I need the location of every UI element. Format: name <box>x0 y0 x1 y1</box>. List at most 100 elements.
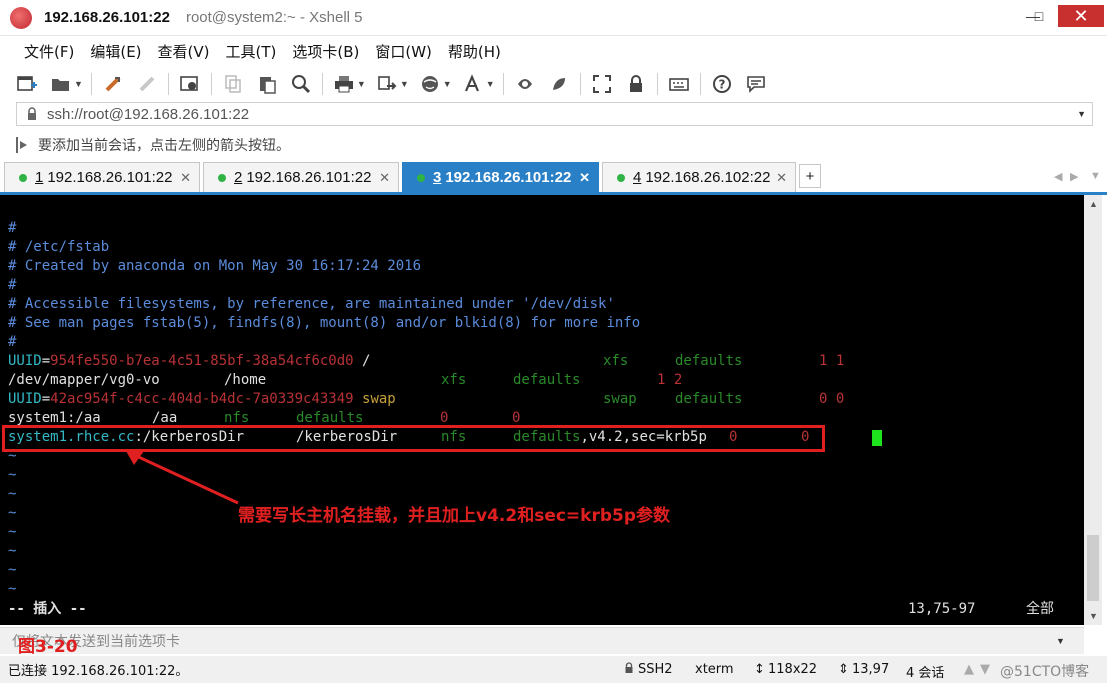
mount-options: defaults <box>513 372 581 388</box>
chevron-down-icon[interactable]: ▼ <box>443 79 452 89</box>
equals-sign: = <box>41 353 51 369</box>
disconnect-icon[interactable] <box>136 73 158 95</box>
find-icon[interactable] <box>290 73 312 95</box>
keyboard-icon[interactable] <box>668 73 690 95</box>
close-icon[interactable]: ✕ <box>579 170 590 186</box>
add-tab-button[interactable]: + <box>799 164 821 188</box>
chevron-down-icon[interactable]: ▼ <box>486 79 495 89</box>
uuid-key: UUID <box>8 391 42 407</box>
arrow-right-icon[interactable] <box>16 137 30 153</box>
lock-icon[interactable] <box>625 73 647 95</box>
toolbar-divider <box>656 73 658 95</box>
tab-label: 192.168.26.102:22 <box>645 169 771 186</box>
fs-type: swap <box>603 391 637 407</box>
scrollbar-thumb[interactable] <box>1087 535 1099 601</box>
device-path: /dev/mapper/vg0-vo <box>8 372 160 388</box>
xftp-icon[interactable] <box>514 73 536 95</box>
scroll-up-icon[interactable]: ▲ <box>1089 199 1098 209</box>
tab-session-4[interactable]: 4 192.168.26.102:22 ✕ <box>602 162 796 192</box>
reconnect-icon[interactable] <box>102 73 124 95</box>
menu-edit[interactable]: 编辑(E) <box>90 41 141 62</box>
copy-icon[interactable] <box>222 73 244 95</box>
menu-tools[interactable]: 工具(T) <box>226 41 277 62</box>
compose-bar[interactable]: 仅将文本发送到当前选项卡 ▼ <box>0 627 1084 654</box>
dump-pass: 1 1 <box>819 353 845 369</box>
chevron-down-icon[interactable]: ▼ <box>357 79 366 89</box>
status-bar: 已连接 192.168.26.101:22。 SSH2 xterm ↕ 118x… <box>0 656 1107 683</box>
vim-cursor-position: 13,75-97 <box>908 601 976 617</box>
tab-session-1[interactable]: 1 192.168.26.101:22 ✕ <box>4 162 200 192</box>
new-session-icon[interactable] <box>16 73 38 95</box>
maximize-button[interactable]: □ <box>1024 5 1054 27</box>
terminal-cursor <box>872 430 882 446</box>
empty-line-tilde: ~ <box>8 467 17 483</box>
open-folder-icon[interactable] <box>50 73 72 95</box>
menu-help[interactable]: 帮助(H) <box>448 41 501 62</box>
annotation-arrow <box>126 451 239 505</box>
mount-options: defaults <box>675 353 743 369</box>
menu-view[interactable]: 查看(V) <box>158 41 210 62</box>
menu-bar: 文件(F) 编辑(E) 查看(V) 工具(T) 选项卡(B) 窗口(W) 帮助(… <box>0 37 1107 65</box>
chevron-down-icon[interactable]: ▼ <box>74 79 83 89</box>
connected-status-icon <box>417 173 425 182</box>
globe-icon[interactable] <box>419 73 441 95</box>
menu-window[interactable]: 窗口(W) <box>375 41 432 62</box>
chat-icon[interactable] <box>745 73 767 95</box>
tab-session-2[interactable]: 2 192.168.26.101:22 ✕ <box>203 162 399 192</box>
annotation-text: 需要写长主机名挂载，并且加上v4.2和sec=krb5p参数 <box>238 506 671 526</box>
vim-mode-indicator: -- 插入 -- <box>8 601 87 617</box>
tab-number: 4 <box>633 169 642 186</box>
empty-line-tilde: ~ <box>8 543 17 559</box>
menu-tabs[interactable]: 选项卡(B) <box>292 41 359 62</box>
arrow-down-icon[interactable]: ▼ <box>980 662 990 677</box>
toolbar-divider <box>167 73 169 95</box>
empty-line-tilde: ~ <box>8 524 17 540</box>
tab-number: 1 <box>35 169 44 186</box>
tab-bar: 1 192.168.26.101:22 ✕ 2 192.168.26.101:2… <box>0 162 1107 195</box>
terminal-line: # <box>8 334 17 350</box>
uuid-key: UUID <box>8 353 42 369</box>
terminal-screen[interactable]: # # /etc/fstab # Created by anaconda on … <box>0 195 1084 625</box>
title-bar: 192.168.26.101:22 root@system2:~ - Xshel… <box>0 0 1107 36</box>
close-icon[interactable]: ✕ <box>180 170 191 186</box>
chevron-left-icon[interactable]: ◀ <box>1054 170 1062 183</box>
paste-icon[interactable] <box>256 73 278 95</box>
chevron-down-icon[interactable]: ▼ <box>1056 636 1065 646</box>
address-bar[interactable]: ssh://root@192.168.26.101:22 ▼ <box>16 102 1093 126</box>
xagent-icon[interactable] <box>548 73 570 95</box>
close-icon[interactable]: ✕ <box>379 170 390 186</box>
chevron-right-icon[interactable]: ▶ <box>1070 170 1078 183</box>
lock-icon <box>23 105 41 123</box>
terminal-scrollbar[interactable]: ▲ ▼ <box>1084 195 1102 625</box>
close-icon[interactable]: ✕ <box>776 170 787 186</box>
arrow-up-icon[interactable]: ▲ <box>964 662 974 677</box>
close-button[interactable]: ✕ <box>1058 5 1104 27</box>
font-icon[interactable] <box>462 73 484 95</box>
chevron-down-icon[interactable]: ▼ <box>1090 170 1101 182</box>
tab-session-3[interactable]: 3 192.168.26.101:22 ✕ <box>402 162 599 192</box>
fullscreen-icon[interactable] <box>591 73 613 95</box>
menu-file[interactable]: 文件(F) <box>24 41 74 62</box>
fstab-row-swap: UUID=42ac954f-c4cc-404d-b4dc-7a0339c4334… <box>8 390 396 409</box>
toolbar-divider <box>502 73 504 95</box>
connected-status-icon <box>617 173 625 182</box>
chevron-down-icon[interactable]: ▼ <box>1077 109 1086 119</box>
fs-type: xfs <box>441 372 467 388</box>
tab-label: 192.168.26.101:22 <box>47 169 173 186</box>
fs-type: xfs <box>603 353 629 369</box>
vim-scroll-scope: 全部 <box>1026 601 1054 617</box>
terminal-line: # Created by anaconda on Mon May 30 16:1… <box>8 258 422 274</box>
address-input[interactable]: ssh://root@192.168.26.101:22 <box>47 106 249 123</box>
terminal-type: xterm <box>695 662 734 677</box>
help-icon[interactable]: ? <box>711 73 733 95</box>
tab-number: 2 <box>234 169 243 186</box>
transfer-icon[interactable] <box>376 73 398 95</box>
uuid-value: 42ac954f-c4cc-404d-b4dc-7a0339c43349 <box>50 391 354 407</box>
mount-options: defaults <box>675 391 743 407</box>
chevron-down-icon[interactable]: ▼ <box>400 79 409 89</box>
properties-icon[interactable] <box>179 73 201 95</box>
print-icon[interactable] <box>333 73 355 95</box>
scroll-down-icon[interactable]: ▼ <box>1089 611 1098 621</box>
empty-line-tilde: ~ <box>8 486 17 502</box>
xshell-logo-icon <box>10 6 32 29</box>
